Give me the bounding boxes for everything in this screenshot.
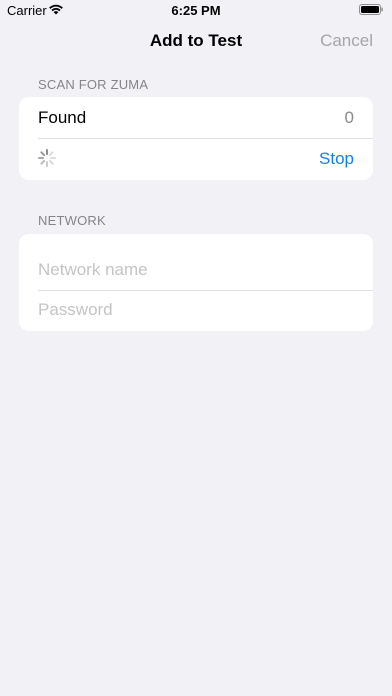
password-input[interactable] (38, 299, 358, 321)
status-bar: Carrier 6:25 PM (0, 0, 392, 22)
stop-button[interactable]: Stop (319, 149, 354, 169)
navigation-bar: Add to Test Cancel (0, 22, 392, 62)
scan-control-row: Stop (19, 138, 373, 179)
cancel-button[interactable]: Cancel (320, 31, 373, 51)
password-row (19, 290, 373, 331)
found-row: Found 0 (19, 97, 373, 138)
found-label: Found (38, 108, 87, 127)
network-name-row (19, 234, 373, 290)
network-card (19, 234, 373, 331)
screen: Carrier 6:25 PM Add to Test Cancel SCAN … (0, 0, 392, 696)
found-count: 0 (344, 108, 354, 127)
scan-card: Found 0 Stop (19, 97, 373, 180)
battery-icon (359, 4, 383, 15)
network-section-header: NETWORK (38, 213, 106, 228)
scan-section-header: SCAN FOR ZUMA (38, 77, 149, 92)
activity-spinner-icon (38, 149, 56, 167)
network-name-input[interactable] (38, 259, 358, 281)
status-time: 6:25 PM (171, 3, 221, 18)
